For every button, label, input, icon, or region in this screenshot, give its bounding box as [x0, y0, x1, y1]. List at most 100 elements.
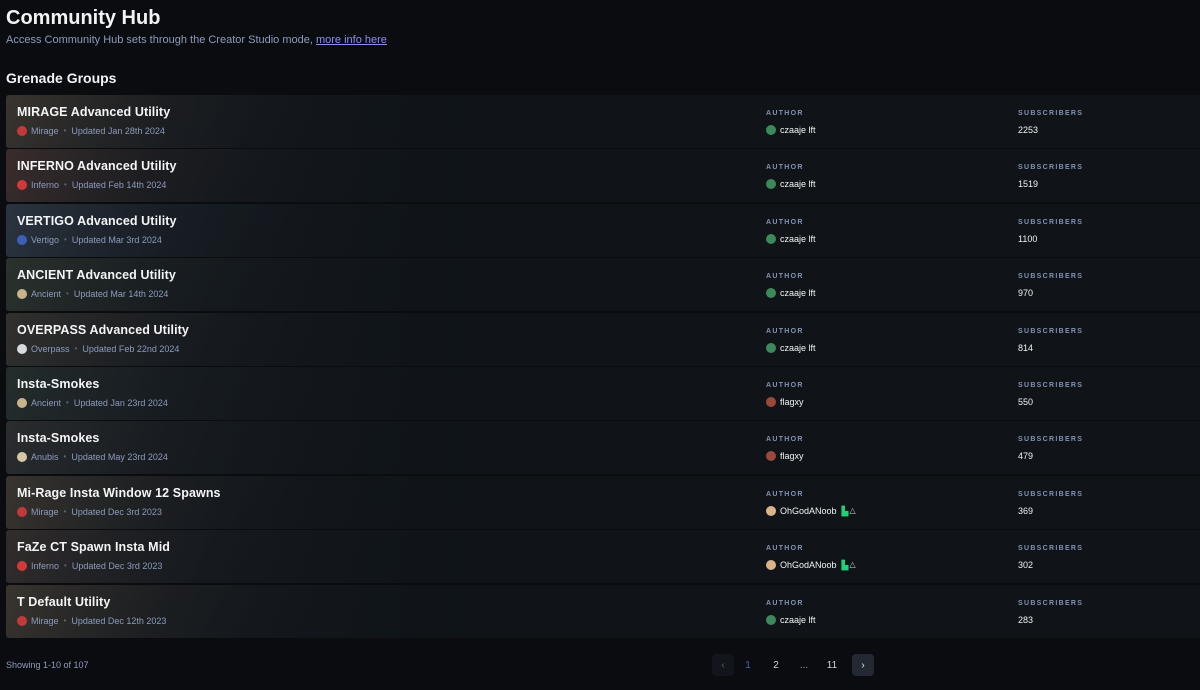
separator-dot: •: [74, 343, 78, 353]
next-page-button[interactable]: ›: [852, 654, 874, 676]
group-name: MIRAGE Advanced Utility: [17, 105, 171, 119]
author-label: AUTHOR: [766, 436, 804, 444]
map-name: Mirage: [31, 506, 59, 517]
updated-date: Updated Dec 3rd 2023: [71, 506, 162, 517]
author-name[interactable]: czaaje lft: [780, 614, 816, 626]
author-avatar: [766, 614, 776, 625]
grenade-group-row[interactable]: MIRAGE Advanced Utility Mirage • Updated…: [6, 95, 1200, 148]
grenade-group-row[interactable]: FaZe CT Spawn Insta Mid Inferno • Update…: [6, 530, 1200, 584]
subscriber-count: 302: [1018, 560, 1034, 571]
author-name[interactable]: czaaje lft: [780, 233, 816, 245]
author-avatar: [766, 288, 776, 299]
separator-dot: •: [64, 561, 67, 571]
author-name[interactable]: czaaje lft: [780, 287, 816, 299]
grenade-group-row[interactable]: VERTIGO Advanced Utility Vertigo • Updat…: [6, 203, 1200, 257]
grenade-group-row[interactable]: T Default Utility Mirage • Updated Dec 1…: [6, 584, 1200, 638]
author-label: AUTHOR: [766, 327, 804, 335]
anubis-icon: [17, 452, 27, 463]
vertigo-icon: [17, 234, 27, 245]
triangle-icon: △: [849, 505, 856, 515]
author-name[interactable]: OhGodANoob: [780, 505, 837, 517]
author-label: AUTHOR: [766, 110, 804, 117]
author-avatar: [766, 560, 776, 571]
separator-dot: •: [63, 615, 67, 625]
grenade-group-row[interactable]: Mi-Rage Insta Window 12 Spawns Mirage • …: [6, 475, 1200, 529]
map-name: Vertigo: [31, 234, 60, 245]
author-avatar: [766, 125, 776, 135]
author-name[interactable]: flagxy: [780, 396, 804, 408]
author-avatar: [766, 233, 776, 244]
subscribers-label: SUBSCRIBERS: [1018, 545, 1084, 553]
author-label: AUTHOR: [766, 273, 804, 281]
updated-date: Updated May 23rd 2024: [71, 452, 168, 463]
subscriber-count: 479: [1018, 451, 1034, 462]
separator-dot: •: [66, 289, 69, 299]
subscribers-label: SUBSCRIBERS: [1018, 327, 1084, 335]
map-name: Inferno: [31, 561, 60, 572]
separator-dot: •: [63, 452, 67, 462]
author-name[interactable]: czaaje lft: [780, 124, 816, 136]
author-avatar: [766, 396, 776, 407]
separator-dot: •: [66, 397, 69, 407]
subscriber-count: 2253: [1018, 125, 1039, 135]
section-title: Grenade Groups: [6, 70, 117, 86]
subscribers-label: SUBSCRIBERS: [1018, 273, 1084, 281]
group-name: Insta-Smokes: [17, 431, 100, 446]
group-name: FaZe CT Spawn Insta Mid: [17, 540, 171, 555]
subscribers-label: SUBSCRIBERS: [1018, 110, 1084, 117]
map-name: Overpass: [31, 343, 70, 354]
subscriber-count: 814: [1018, 342, 1034, 353]
page-1-button[interactable]: 1: [734, 660, 762, 671]
overpass-icon: [17, 343, 27, 354]
author-label: AUTHOR: [766, 164, 804, 172]
mirage-icon: [17, 126, 27, 136]
map-name: Mirage: [31, 126, 59, 136]
subscriber-count: 1519: [1018, 179, 1039, 190]
grenade-group-row[interactable]: Insta-Smokes Anubis • Updated May 23rd 2…: [6, 421, 1200, 475]
group-name: ANCIENT Advanced Utility: [17, 268, 176, 283]
page-2-button[interactable]: 2: [762, 660, 790, 671]
author-name[interactable]: czaaje lft: [780, 178, 816, 190]
page-11-button[interactable]: 11: [818, 660, 846, 671]
subscribers-label: SUBSCRIBERS: [1018, 381, 1084, 389]
chevron-right-icon: ›: [861, 659, 865, 671]
updated-date: Updated Feb 14th 2024: [71, 180, 167, 191]
map-name: Anubis: [31, 452, 59, 463]
author-label: AUTHOR: [766, 381, 804, 389]
separator-dot: •: [64, 180, 67, 190]
author-name[interactable]: OhGodANoob: [780, 559, 837, 571]
more-info-link[interactable]: more info here: [316, 34, 387, 46]
group-name: OVERPASS Advanced Utility: [17, 322, 189, 337]
map-name: Mirage: [31, 615, 59, 626]
prev-page-button[interactable]: ‹: [712, 654, 734, 676]
author-avatar: [766, 179, 776, 190]
creator-badge-icon: ▙ △: [842, 559, 856, 571]
subscribers-label: SUBSCRIBERS: [1018, 218, 1084, 226]
group-name: Insta-Smokes: [17, 376, 100, 391]
updated-date: Updated Dec 3rd 2023: [71, 561, 163, 572]
author-name[interactable]: flagxy: [780, 450, 804, 462]
author-name[interactable]: czaaje lft: [780, 342, 816, 354]
grenade-group-row[interactable]: ANCIENT Advanced Utility Ancient • Updat…: [6, 258, 1200, 312]
dino-icon: ▙: [841, 560, 849, 571]
group-name: Mi-Rage Insta Window 12 Spawns: [17, 485, 221, 500]
grenade-groups-list: MIRAGE Advanced Utility Mirage • Updated…: [6, 95, 1200, 639]
chevron-left-icon: ‹: [721, 659, 725, 671]
map-name: Ancient: [31, 397, 62, 408]
subscriber-count: 283: [1018, 614, 1034, 625]
showing-count: Showing 1-10 of 107: [6, 660, 89, 670]
grenade-group-row[interactable]: INFERNO Advanced Utility Inferno • Updat…: [6, 149, 1200, 203]
updated-date: Updated Jan 28th 2024: [71, 126, 165, 136]
subscribers-label: SUBSCRIBERS: [1018, 599, 1084, 607]
subscribers-label: SUBSCRIBERS: [1018, 490, 1084, 498]
community-hub-page: Community Hub Access Community Hub sets …: [0, 0, 1200, 690]
subscriber-count: 1100: [1018, 233, 1038, 244]
grenade-group-row[interactable]: Insta-Smokes Ancient • Updated Jan 23rd …: [6, 366, 1200, 420]
updated-date: Updated Jan 23rd 2024: [73, 397, 168, 408]
grenade-group-row[interactable]: OVERPASS Advanced Utility Overpass • Upd…: [6, 312, 1200, 366]
subscriber-count: 369: [1018, 505, 1034, 516]
mirage-icon: [17, 615, 27, 626]
group-name: T Default Utility: [17, 594, 111, 609]
author-label: AUTHOR: [766, 545, 804, 553]
inferno-icon: [17, 561, 27, 572]
